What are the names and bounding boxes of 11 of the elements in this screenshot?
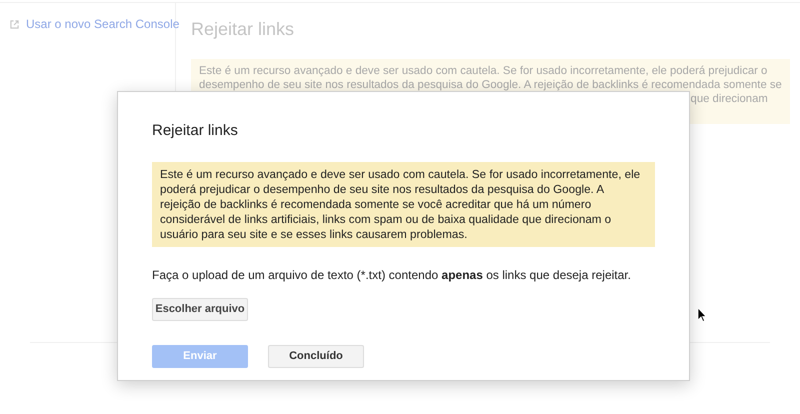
warning-text: que direcionam <box>690 92 769 106</box>
page-title: Rejeitar links <box>191 18 296 41</box>
dialog-title: Rejeitar links <box>152 121 239 141</box>
done-button[interactable]: Concluído <box>268 344 364 368</box>
warning-text: Este é um recurso avançado e deve ser usado com cautela. Se for usado incorretamente, ele poderá prejudicar o <box>199 64 768 78</box>
cursor-icon <box>697 307 707 322</box>
upload-instruction: Faça o upload de um arquivo de texto (*.txt) contendo apenas os links que deseja rejeitar. <box>152 266 632 284</box>
warning-text: desempenho de seu site nos resultados da pesquisa do Google. A rejeição de backlinks é recomendada somente se <box>199 78 782 92</box>
choose-file-button[interactable]: Escolher arquivo <box>152 298 248 320</box>
external-link-icon <box>10 20 19 28</box>
warning-message: Este é um recurso avançado e deve ser usado com cautela. Se for usado incorretamente, ele poderá prejudicar o desempenho de seu site nos resultados da pesquisa do Google. A rejeição de backlinks é recomendada somente se você acreditar que há um número considerável de links artificiais, links com spam ou de baixa qualidade que direcionam o usuário para seu site e se esses links causarem problemas. <box>152 162 655 246</box>
